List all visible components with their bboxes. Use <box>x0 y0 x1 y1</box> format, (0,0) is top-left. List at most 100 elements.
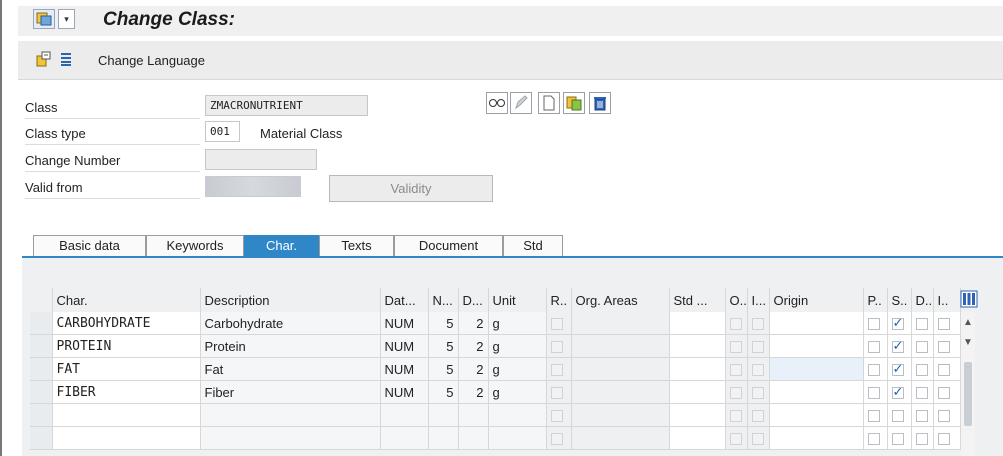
i2-checkbox[interactable] <box>937 410 950 423</box>
d-checkbox[interactable] <box>915 433 928 446</box>
s-cell[interactable] <box>887 426 912 450</box>
d-cell[interactable] <box>911 380 934 404</box>
i2-checkbox[interactable] <box>937 364 950 377</box>
s-checkbox[interactable] <box>891 338 904 354</box>
scroll-down-icon[interactable]: ▼ <box>961 334 975 352</box>
table-row[interactable] <box>30 403 961 427</box>
column-header-decimals[interactable]: D... <box>458 288 489 312</box>
char-cell[interactable] <box>52 403 201 427</box>
d-cell[interactable] <box>911 312 934 335</box>
row-selector[interactable] <box>30 380 53 404</box>
i2-checkbox[interactable] <box>937 433 950 446</box>
where-used-icon[interactable] <box>486 92 508 114</box>
s-cell[interactable] <box>887 334 912 358</box>
pencil-icon[interactable] <box>510 92 532 114</box>
std-cell[interactable] <box>669 403 726 427</box>
char-cell[interactable]: FIBER <box>52 380 201 404</box>
valid-from-field[interactable] <box>205 176 301 197</box>
row-selector[interactable] <box>30 357 53 381</box>
class-type-field[interactable]: 001 <box>205 121 240 142</box>
column-header-origin[interactable]: Origin <box>769 288 864 312</box>
menu-icon[interactable] <box>33 9 55 29</box>
i2-checkbox[interactable] <box>937 387 950 400</box>
std-cell[interactable] <box>669 312 726 335</box>
table-row[interactable] <box>30 426 961 450</box>
p-checkbox[interactable] <box>867 433 880 446</box>
d-checkbox[interactable] <box>915 318 928 331</box>
i2-cell[interactable] <box>933 426 961 450</box>
i2-cell[interactable] <box>933 357 961 381</box>
column-header-std[interactable]: Std ... <box>669 288 726 312</box>
p-cell[interactable] <box>863 312 888 335</box>
i2-cell[interactable] <box>933 403 961 427</box>
p-cell[interactable] <box>863 426 888 450</box>
d-checkbox[interactable] <box>915 410 928 423</box>
column-header-i2[interactable]: I.. <box>933 288 961 312</box>
char-cell[interactable]: PROTEIN <box>52 334 201 358</box>
p-cell[interactable] <box>863 380 888 404</box>
validity-button[interactable]: Validity <box>329 175 493 202</box>
s-checkbox[interactable] <box>891 410 904 423</box>
p-checkbox[interactable] <box>867 410 880 423</box>
column-header-o[interactable]: O.. <box>725 288 748 312</box>
p-cell[interactable] <box>863 334 888 358</box>
s-cell[interactable] <box>887 357 912 381</box>
char-cell[interactable] <box>52 426 201 450</box>
s-cell[interactable] <box>887 403 912 427</box>
p-checkbox[interactable] <box>867 387 880 400</box>
origin-cell[interactable] <box>769 403 864 427</box>
column-header-d[interactable]: D.. <box>911 288 934 312</box>
display-change-icon[interactable] <box>36 51 52 67</box>
menu-dropdown-icon[interactable]: ▾ <box>58 9 75 29</box>
row-selector[interactable] <box>30 426 53 450</box>
column-header-description[interactable]: Description <box>200 288 381 312</box>
column-settings-icon[interactable] <box>960 290 978 308</box>
column-header-unit[interactable]: Unit <box>488 288 547 312</box>
hierarchy-icon[interactable] <box>58 51 74 67</box>
s-cell[interactable] <box>887 312 912 335</box>
d-cell[interactable] <box>911 403 934 427</box>
i2-checkbox[interactable] <box>937 341 950 354</box>
origin-cell[interactable] <box>769 426 864 450</box>
p-checkbox[interactable] <box>867 341 880 354</box>
column-header-i[interactable]: I... <box>747 288 770 312</box>
column-header-p[interactable]: P.. <box>863 288 888 312</box>
row-selector[interactable] <box>30 312 53 335</box>
table-row[interactable]: FIBER Fiber NUM 5 2 g <box>30 380 961 404</box>
table-row[interactable]: CARBOHYDRATE Carbohydrate NUM 5 2 g <box>30 312 961 335</box>
s-checkbox[interactable] <box>891 384 904 400</box>
tab-document[interactable]: Document <box>394 235 503 257</box>
d-cell[interactable] <box>911 334 934 358</box>
table-row[interactable]: PROTEIN Protein NUM 5 2 g <box>30 334 961 358</box>
d-cell[interactable] <box>911 357 934 381</box>
i2-cell[interactable] <box>933 334 961 358</box>
tab-basic-data[interactable]: Basic data <box>33 235 146 257</box>
i2-cell[interactable] <box>933 312 961 335</box>
vertical-scrollbar[interactable]: ▲ ▼ <box>961 312 975 456</box>
column-header-num-chars[interactable]: N... <box>428 288 459 312</box>
i2-checkbox[interactable] <box>937 318 950 331</box>
s-cell[interactable] <box>887 380 912 404</box>
std-cell[interactable] <box>669 357 726 381</box>
i2-cell[interactable] <box>933 380 961 404</box>
origin-cell[interactable] <box>769 380 864 404</box>
d-checkbox[interactable] <box>915 387 928 400</box>
tab-texts[interactable]: Texts <box>319 235 394 257</box>
new-document-icon[interactable] <box>538 92 560 114</box>
char-cell[interactable]: FAT <box>52 357 201 381</box>
std-cell[interactable] <box>669 426 726 450</box>
s-checkbox[interactable] <box>891 361 904 377</box>
table-row[interactable]: FAT Fat NUM 5 2 g <box>30 357 961 381</box>
p-checkbox[interactable] <box>867 364 880 377</box>
s-checkbox[interactable] <box>891 433 904 446</box>
tab-keywords[interactable]: Keywords <box>146 235 244 257</box>
column-header-org-areas[interactable]: Org. Areas <box>571 288 670 312</box>
row-selector[interactable] <box>30 334 53 358</box>
p-cell[interactable] <box>863 403 888 427</box>
char-cell[interactable]: CARBOHYDRATE <box>52 312 201 335</box>
row-selector[interactable] <box>30 403 53 427</box>
column-header-s[interactable]: S.. <box>887 288 912 312</box>
origin-cell[interactable] <box>769 312 864 335</box>
column-header-r[interactable]: R.. <box>546 288 572 312</box>
tab-std[interactable]: Std <box>503 235 563 257</box>
